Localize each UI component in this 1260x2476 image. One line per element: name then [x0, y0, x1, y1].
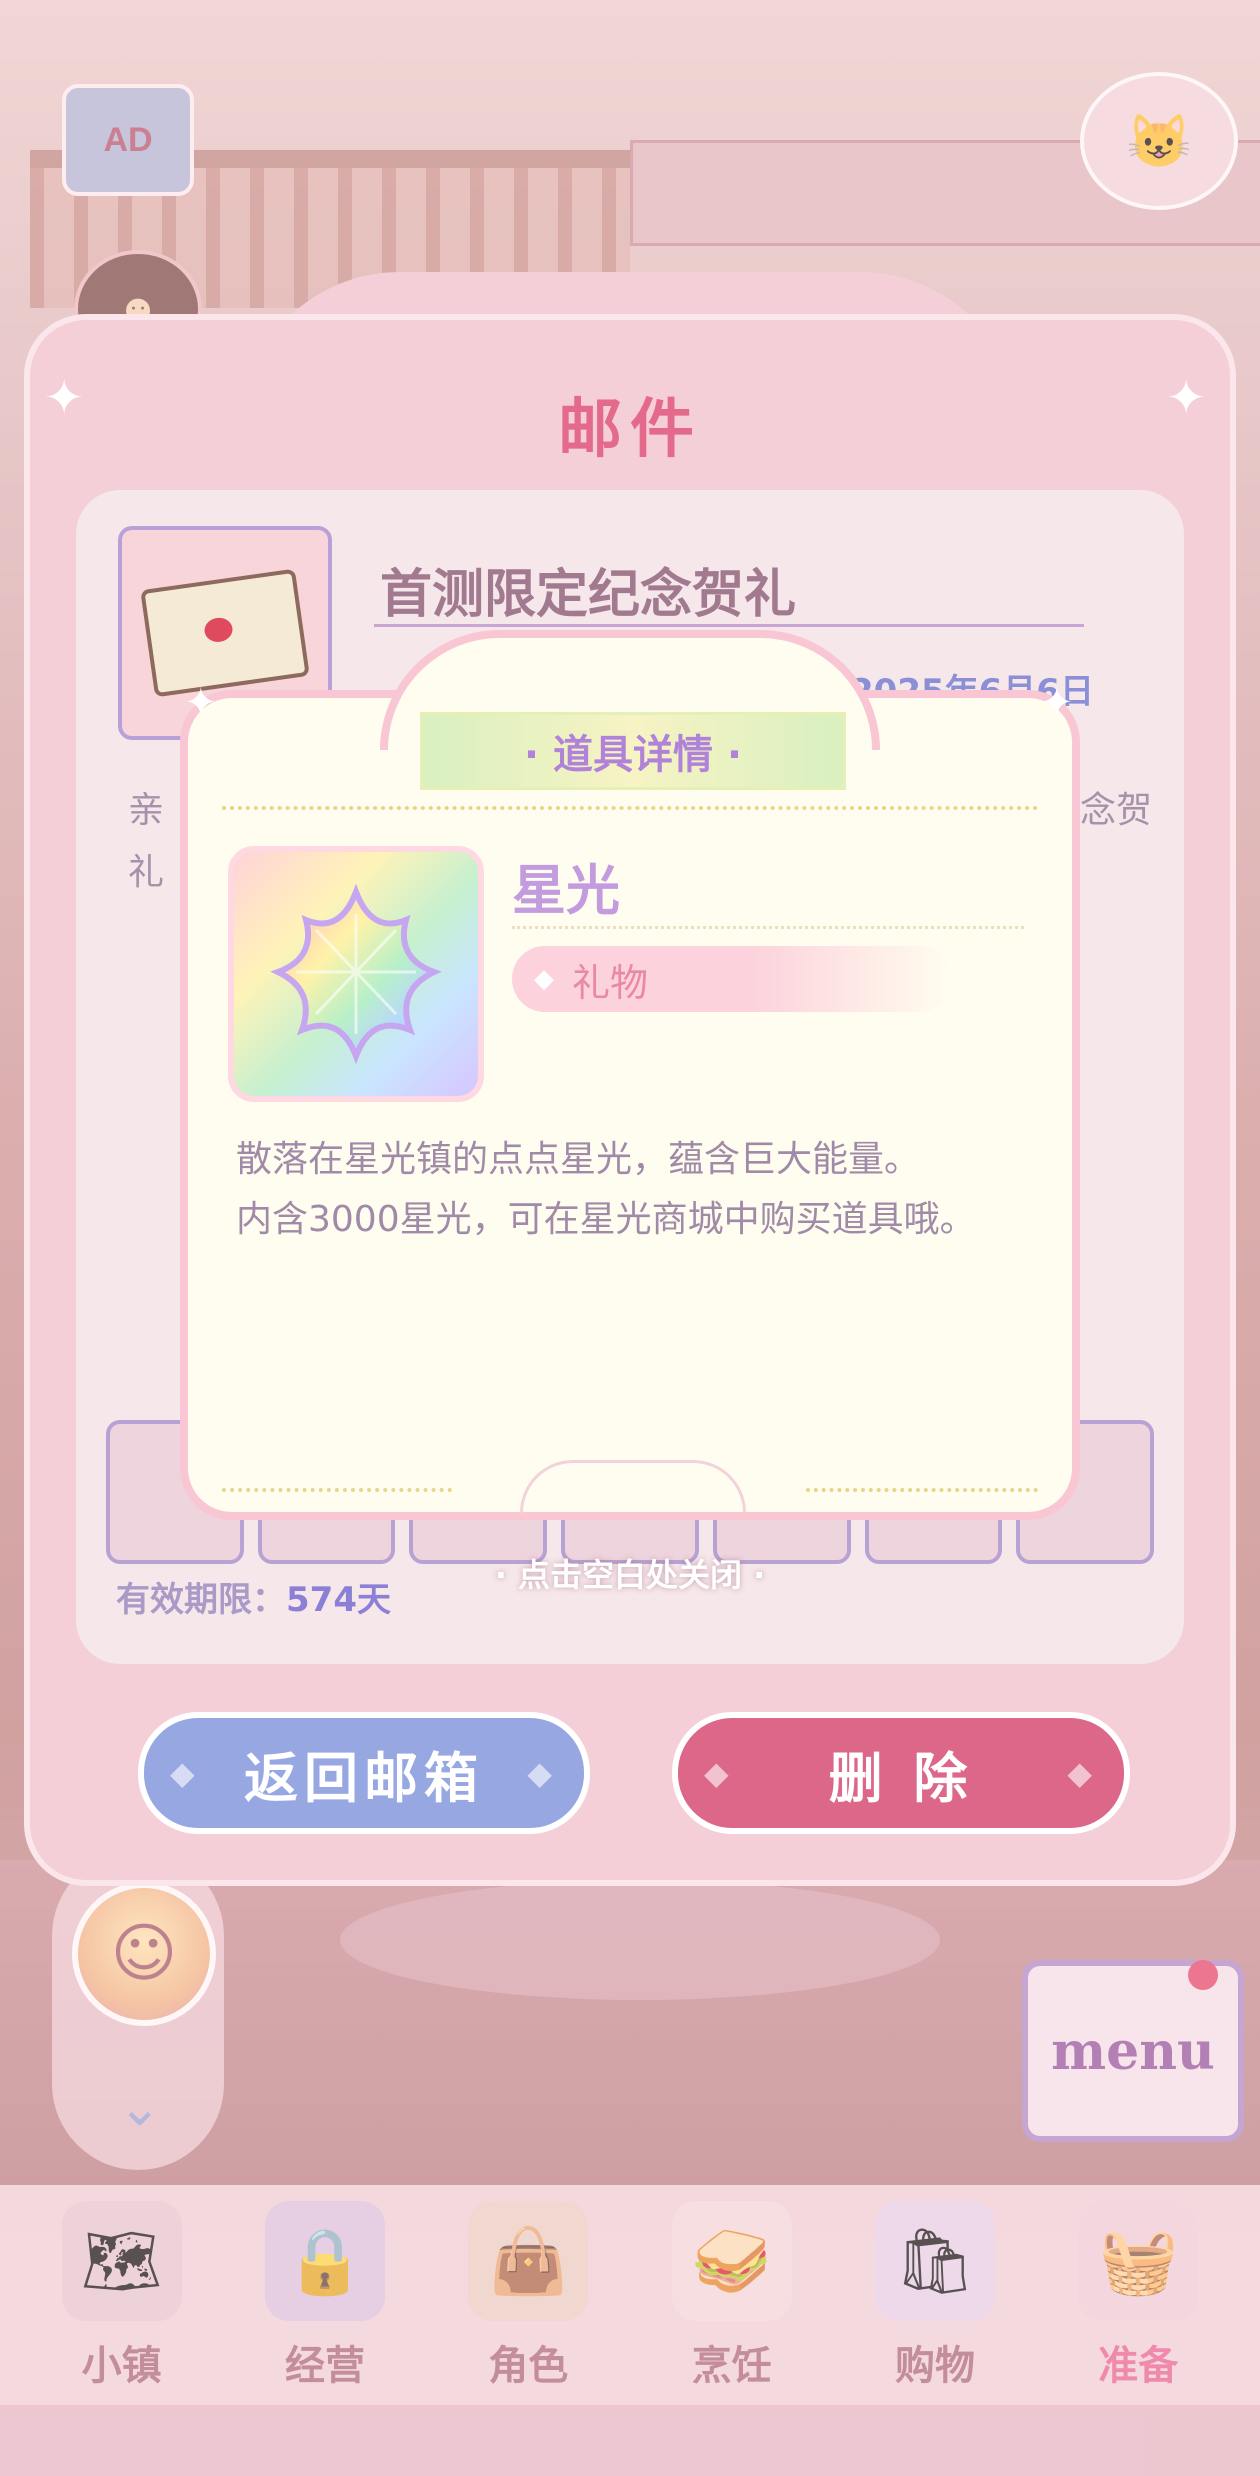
ornament: [520, 1460, 746, 1513]
item-name: 星光: [512, 859, 620, 922]
validity-value: 574天: [286, 1580, 391, 1620]
divider: [222, 1488, 452, 1492]
envelope-icon: [140, 568, 310, 698]
star-crystal-icon: [270, 883, 442, 1065]
delete-button[interactable]: 删 除: [672, 1712, 1130, 1834]
item-icon: [228, 846, 484, 1102]
divider: [512, 926, 1024, 929]
item-detail-header: · 道具详情 ·: [420, 712, 846, 790]
item-detail-dialog: [180, 690, 1080, 1520]
mail-body-fragment: 念贺: [1080, 790, 1153, 831]
sparkle-icon: ✦: [1166, 370, 1207, 426]
item-category-tag: 礼物: [512, 946, 952, 1012]
back-to-mailbox-button[interactable]: 返回邮箱: [138, 1712, 590, 1834]
divider: [806, 1488, 1038, 1492]
sparkle-icon: ✦: [44, 370, 85, 426]
sparkle-icon: ✦: [1040, 680, 1074, 726]
validity-period: 有效期限：574天: [116, 1572, 391, 1621]
item-description: 散落在星光镇的点点星光，蕴含巨大能量。 内含3000星光，可在星光商城中购买道具…: [236, 1130, 1036, 1250]
item-description-line: 散落在星光镇的点点星光，蕴含巨大能量。: [236, 1139, 921, 1180]
mail-subject: 首测限定纪念贺礼: [380, 565, 797, 625]
validity-label: 有效期限：: [116, 1580, 286, 1620]
item-description-line: 内含3000星光，可在星光商城中购买道具哦。: [236, 1199, 976, 1240]
close-hint: · 点击空白处关闭 ·: [494, 1556, 766, 1594]
mail-dialog-title: 邮件: [558, 393, 702, 467]
divider: [374, 624, 1084, 627]
divider: [222, 806, 1038, 810]
sparkle-icon: ✦: [184, 680, 218, 726]
